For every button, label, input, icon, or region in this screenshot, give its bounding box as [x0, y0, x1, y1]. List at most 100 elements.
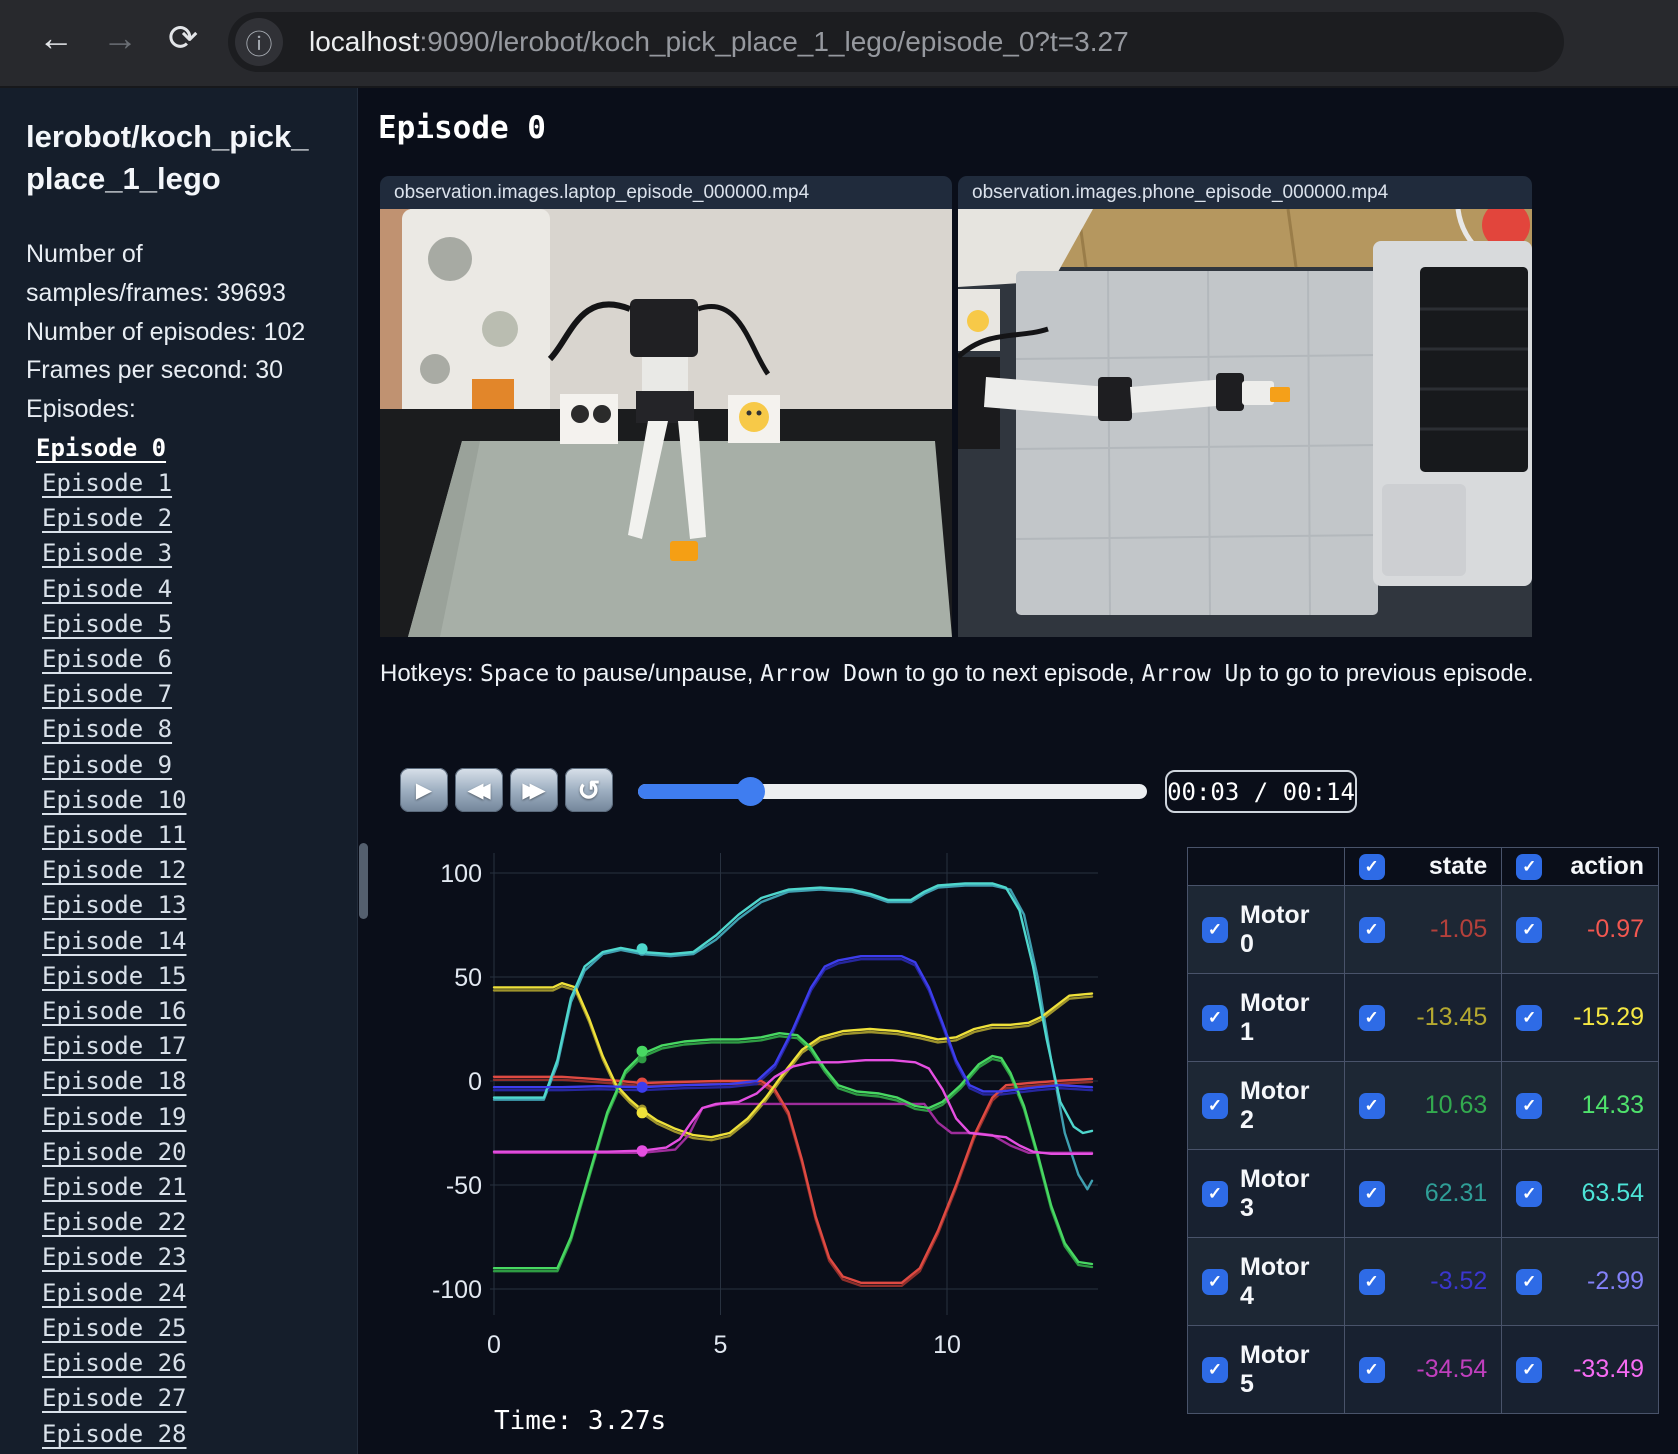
- table-row: ✓ Motor 3 ✓ 62.31 ✓ 63.54: [1187, 1149, 1659, 1238]
- sidebar-episode-link[interactable]: Episode 26: [42, 1346, 357, 1381]
- sidebar-episode-link[interactable]: Episode 0: [36, 431, 357, 466]
- sidebar-episode-link[interactable]: Episode 16: [42, 994, 357, 1029]
- sidebar-episode-link[interactable]: Episode 12: [42, 853, 357, 888]
- scrollbar-thumb[interactable]: [359, 843, 368, 919]
- checkbox[interactable]: ✓: [1516, 1180, 1543, 1207]
- video-laptop-frame[interactable]: [380, 209, 952, 637]
- checkbox[interactable]: ✓: [1202, 1356, 1228, 1383]
- motor-chart[interactable]: 100 50 0 -50 -100 0 5 10: [370, 845, 1100, 1390]
- episode-list: Episode 0 Episode 1 Episode 2 Episode 3 Epis…: [0, 431, 357, 1452]
- checkbox[interactable]: ✓: [1516, 853, 1543, 880]
- checkbox[interactable]: ✓: [1516, 1004, 1543, 1031]
- y-tick-label: 50: [454, 964, 482, 992]
- sidebar-episode-link[interactable]: Episode 7: [42, 677, 357, 712]
- rewind-button[interactable]: ◀◀: [455, 768, 503, 812]
- current-dot-action: [636, 1145, 648, 1157]
- reload-icon[interactable]: ⟳: [168, 20, 198, 56]
- checkbox[interactable]: ✓: [1516, 916, 1543, 943]
- video-phone-frame[interactable]: [958, 209, 1532, 637]
- sidebar-episode-link[interactable]: Episode 5: [42, 607, 357, 642]
- seek-slider[interactable]: [638, 777, 1147, 806]
- checkbox[interactable]: ✓: [1202, 1268, 1228, 1295]
- sidebar-episode-link[interactable]: Episode 6: [42, 642, 357, 677]
- column-header-action: action: [1570, 852, 1644, 880]
- state-value: -34.54: [1416, 1355, 1488, 1383]
- sidebar-episode-link[interactable]: Episode 25: [42, 1311, 357, 1346]
- checkbox[interactable]: ✓: [1202, 1092, 1228, 1119]
- back-icon[interactable]: ←: [38, 20, 74, 56]
- y-tick-label: 0: [468, 1068, 482, 1096]
- video-laptop[interactable]: observation.images.laptop_episode_000000…: [380, 176, 952, 637]
- site-info-icon[interactable]: ⓘ: [235, 18, 283, 66]
- action-value: 14.33: [1581, 1091, 1644, 1119]
- loop-button[interactable]: ↺: [565, 768, 613, 812]
- chart-time-label: Time: 3.27s: [494, 1406, 667, 1436]
- y-tick-label: -100: [432, 1276, 482, 1304]
- x-tick-label: 10: [933, 1331, 961, 1359]
- hotkeys-help: Hotkeys: Space to pause/unpause, Arrow D…: [380, 660, 1534, 688]
- sidebar-episode-link[interactable]: Episode 2: [42, 501, 357, 536]
- dataset-stats: Number of samples/frames: 39693 Number o…: [26, 235, 316, 429]
- checkbox[interactable]: ✓: [1358, 1268, 1385, 1295]
- sidebar-episode-link[interactable]: Episode 18: [42, 1064, 357, 1099]
- seek-slider-thumb[interactable]: [735, 777, 765, 806]
- hotkeys-t1: to pause/unpause,: [549, 660, 761, 687]
- checkbox[interactable]: ✓: [1516, 1092, 1543, 1119]
- checkbox[interactable]: ✓: [1358, 916, 1385, 943]
- checkbox[interactable]: ✓: [1358, 1004, 1385, 1031]
- browser-toolbar: ← → ⟳ ⓘ localhost:9090/lerobot/koch_pick…: [0, 0, 1678, 88]
- sidebar-episode-link[interactable]: Episode 9: [42, 748, 357, 783]
- hotkey-arrow-up: Arrow Up: [1141, 661, 1253, 687]
- play-icon: ▶: [415, 778, 433, 802]
- page: ← → ⟳ ⓘ localhost:9090/lerobot/koch_pick…: [0, 0, 1678, 1454]
- checkbox[interactable]: ✓: [1358, 1356, 1385, 1383]
- stat-samples: Number of samples/frames: 39693: [26, 240, 286, 307]
- checkbox[interactable]: ✓: [1358, 1180, 1385, 1207]
- forward-icon[interactable]: →: [102, 20, 138, 56]
- checkbox[interactable]: ✓: [1202, 1180, 1228, 1207]
- checkbox[interactable]: ✓: [1516, 1356, 1543, 1383]
- sidebar-episode-link[interactable]: Episode 8: [42, 712, 357, 747]
- video-phone[interactable]: observation.images.phone_episode_000000.…: [958, 176, 1532, 637]
- sidebar-episode-link[interactable]: Episode 15: [42, 959, 357, 994]
- motor-name: Motor 2: [1240, 1076, 1310, 1134]
- sidebar-episode-link[interactable]: Episode 11: [42, 818, 357, 853]
- table-row: ✓ Motor 1 ✓ -13.45 ✓ -15.29: [1187, 973, 1659, 1062]
- hotkey-arrow-down: Arrow Down: [760, 661, 899, 687]
- fast-forward-button[interactable]: ▶▶: [510, 768, 558, 812]
- url-text[interactable]: localhost:9090/lerobot/koch_pick_place_1…: [309, 26, 1129, 58]
- sidebar-episode-link[interactable]: Episode 22: [42, 1205, 357, 1240]
- sidebar-episode-link[interactable]: Episode 24: [42, 1276, 357, 1311]
- checkbox[interactable]: ✓: [1358, 1092, 1385, 1119]
- stat-episodes: Number of episodes: 102: [26, 317, 306, 346]
- motor-table: ✓ state ✓ action ✓ Motor 0 ✓ -1.05 ✓ -0.97 ✓ Motor …: [1187, 847, 1659, 1414]
- table-row: ✓ Motor 2 ✓ 10.63 ✓ 14.33: [1187, 1061, 1659, 1150]
- play-button[interactable]: ▶: [400, 768, 448, 812]
- sidebar-episode-link[interactable]: Episode 20: [42, 1135, 357, 1170]
- table-row: ✓ Motor 4 ✓ -3.52 ✓ -2.99: [1187, 1237, 1659, 1326]
- sidebar-episode-link[interactable]: Episode 10: [42, 783, 357, 818]
- checkbox[interactable]: ✓: [1202, 916, 1228, 943]
- sidebar-episode-link[interactable]: Episode 13: [42, 888, 357, 923]
- sidebar-episode-link[interactable]: Episode 27: [42, 1381, 357, 1416]
- current-dot-action: [636, 943, 648, 955]
- sidebar-episode-link[interactable]: Episode 14: [42, 924, 357, 959]
- motor-name: Motor 3: [1240, 1164, 1310, 1222]
- sidebar-episode-link[interactable]: Episode 19: [42, 1100, 357, 1135]
- checkbox[interactable]: ✓: [1516, 1268, 1543, 1295]
- state-value: -3.52: [1430, 1267, 1488, 1295]
- sidebar-episode-link[interactable]: Episode 21: [42, 1170, 357, 1205]
- motor-name: Motor 0: [1240, 900, 1310, 958]
- sidebar-episode-link[interactable]: Episode 23: [42, 1240, 357, 1275]
- url-bar[interactable]: ⓘ localhost:9090/lerobot/koch_pick_place…: [228, 12, 1564, 72]
- time-display: 00:03 / 00:14: [1165, 770, 1357, 813]
- sidebar: lerobot/koch_pick_place_1_lego Number of…: [0, 88, 358, 1454]
- sidebar-episode-link[interactable]: Episode 3: [42, 536, 357, 571]
- checkbox[interactable]: ✓: [1202, 1004, 1228, 1031]
- checkbox[interactable]: ✓: [1358, 853, 1385, 880]
- sidebar-episode-link[interactable]: Episode 28: [42, 1417, 357, 1452]
- sidebar-episode-link[interactable]: Episode 4: [42, 572, 357, 607]
- state-value: -1.05: [1430, 915, 1488, 943]
- sidebar-episode-link[interactable]: Episode 1: [42, 466, 357, 501]
- sidebar-episode-link[interactable]: Episode 17: [42, 1029, 357, 1064]
